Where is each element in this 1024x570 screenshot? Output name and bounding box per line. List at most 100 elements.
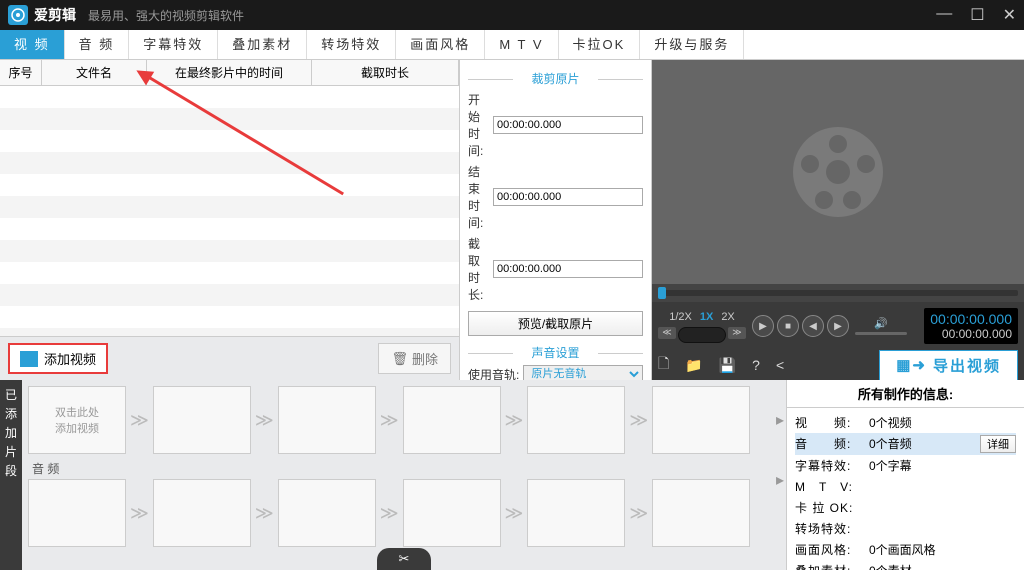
tab-video[interactable]: 视 频 [0,30,65,59]
dur-label: 截取时长: [468,235,489,303]
preview-volume-slider[interactable] [855,332,907,335]
preview-viewport[interactable] [652,60,1024,284]
col-filename: 文件名 [42,60,147,85]
chevron-right-icon: ≫ [380,503,399,524]
info-key: 字幕特效: [795,457,869,474]
start-time-label: 开始时间: [468,91,489,159]
info-value: 0个素材 [869,562,1016,570]
export-button[interactable]: ▦➜ 导出视频 [879,350,1018,381]
speed-half[interactable]: 1/2X [666,309,695,325]
info-value [869,478,1016,495]
detail-button[interactable]: 详细 [980,435,1016,453]
video-clip-row: 双击此处 添加视频 ≫ ≫ ≫ ≫ ≫ [28,386,780,454]
col-seq: 序号 [0,60,42,85]
strip-nav-right-icon[interactable]: ▸ [776,410,784,430]
tab-transition[interactable]: 转场特效 [307,30,396,59]
info-value: 0个字幕 [869,457,1016,474]
next-frame-button[interactable]: ▶ [827,315,849,337]
jog-right-icon[interactable]: ≫ [728,327,746,339]
dur-input[interactable] [493,260,643,278]
tab-overlay[interactable]: 叠加素材 [218,30,307,59]
speed-group: 1/2X 1X 2X [666,309,738,325]
jog-left-icon[interactable]: ≪ [658,327,676,339]
start-time-input[interactable] [493,116,643,134]
chevron-right-icon: ≫ [380,410,399,431]
col-duration: 截取时长 [312,60,459,85]
clips-area: 双击此处 添加视频 ≫ ≫ ≫ ≫ ≫ 音 频 ≫ ≫ ≫ ≫ ≫ [22,380,786,570]
close-button[interactable]: ✕ [1003,5,1016,25]
add-video-button[interactable]: 添加视频 [8,343,108,374]
tab-upgrade[interactable]: 升级与服务 [640,30,744,59]
info-value: 0个画面风格 [869,541,1016,558]
playback-controls: 1/2X 1X 2X ≪ ≫ ▶ ■ ◀ ▶ 🔊 [652,302,1024,350]
timecode-current: 00:00:00.000 [930,311,1012,327]
chevron-right-icon: ≫ [130,410,149,431]
preview-volume-icon: 🔊 [874,317,888,330]
chevron-right-icon: ≫ [130,503,149,524]
help-icon[interactable]: ? [752,357,760,373]
tab-mtv[interactable]: M T V [485,30,558,59]
speed-1x[interactable]: 1X [697,309,716,325]
timecode-total: 00:00:00.000 [930,327,1012,341]
info-value [869,499,1016,516]
clip-slot[interactable] [527,386,625,454]
info-row: 音 频:0个音频详细 [795,433,1016,455]
chevron-right-icon: ≫ [629,503,648,524]
maximize-button[interactable]: ☐ [970,5,984,25]
jog-wheel[interactable] [678,327,726,343]
trash-icon: 🗑 [391,351,408,367]
clip-slot[interactable] [403,386,501,454]
add-video-label: 添加视频 [44,349,96,368]
info-row: 叠加素材:0个素材 [795,560,1016,570]
preview-pane: 1/2X 1X 2X ≪ ≫ ▶ ■ ◀ ▶ 🔊 [652,60,1024,380]
info-value: 0个视频 [869,414,1016,431]
clip-slot[interactable] [28,479,126,547]
info-value: 0个音频 [869,435,980,453]
clip-slot[interactable] [278,479,376,547]
chevron-right-icon: ≫ [255,503,274,524]
info-row: 卡 拉 OK: [795,497,1016,518]
preview-trim-button[interactable]: 预览/截取原片 [468,311,643,336]
app-logo-icon [8,5,28,25]
scissors-tab[interactable]: ✂ [377,548,431,570]
chevron-right-icon: ≫ [255,410,274,431]
end-time-input[interactable] [493,188,643,206]
info-row: 转场特效: [795,518,1016,539]
delete-button[interactable]: 🗑 删除 [378,343,451,374]
clip-table-body[interactable] [0,86,459,336]
open-icon[interactable]: 📁 [685,357,702,374]
clip-slot[interactable] [403,479,501,547]
clip-slot[interactable] [278,386,376,454]
stop-button[interactable]: ■ [777,315,799,337]
tab-style[interactable]: 画面风格 [396,30,485,59]
info-key: 画面风格: [795,541,869,558]
tab-karaoke[interactable]: 卡拉OK [559,30,641,59]
tab-subtitle[interactable]: 字幕特效 [129,30,218,59]
tab-audio[interactable]: 音 频 [65,30,130,59]
info-key: 音 频: [795,435,869,453]
info-row: 字幕特效:0个字幕 [795,455,1016,476]
new-icon[interactable]: 🗋 [658,353,669,377]
clip-slot[interactable]: 双击此处 添加视频 [28,386,126,454]
info-row: 画面风格:0个画面风格 [795,539,1016,560]
info-value [869,520,1016,537]
main-tabs: 视 频 音 频 字幕特效 叠加素材 转场特效 画面风格 M T V 卡拉OK 升… [0,30,1024,60]
clip-slot[interactable] [652,386,750,454]
end-time-label: 结束时间: [468,163,489,231]
clip-slot[interactable] [153,386,251,454]
strip-nav-right-icon[interactable]: ▸ [776,470,784,490]
play-button[interactable]: ▶ [752,315,774,337]
sound-section-title: 声音设置 [468,344,643,361]
clip-slot[interactable] [652,479,750,547]
prev-frame-button[interactable]: ◀ [802,315,824,337]
speed-2x[interactable]: 2X [718,309,737,325]
export-label: 导出视频 [933,355,1001,376]
clip-slot[interactable] [153,479,251,547]
vertical-tab-added[interactable]: 已添加片段 [0,380,22,570]
minimize-button[interactable]: — [936,5,952,25]
app-slogan: 最易用、强大的视频剪辑软件 [88,7,244,24]
save-icon[interactable]: 💾 [719,357,736,374]
share-icon[interactable]: < [776,357,784,373]
clip-slot[interactable] [527,479,625,547]
scrub-bar[interactable] [652,284,1024,302]
